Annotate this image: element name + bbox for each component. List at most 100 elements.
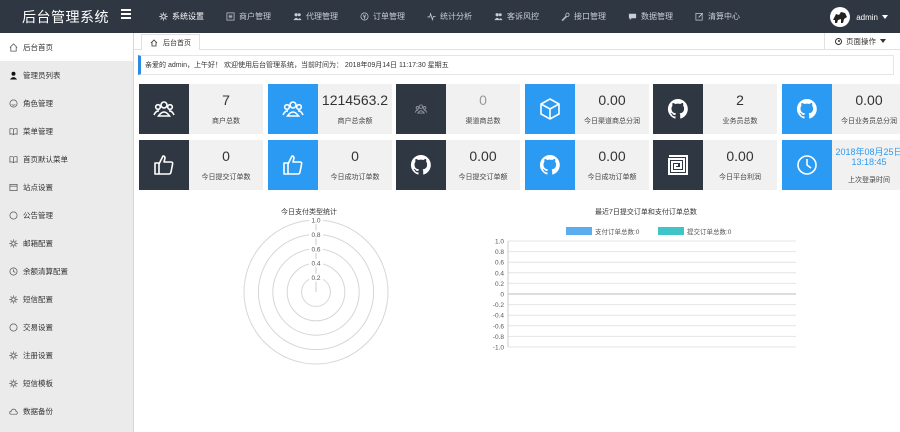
- nav-item[interactable]: 商户管理: [225, 0, 271, 33]
- app-title: 后台管理系统: [22, 9, 109, 25]
- stat-label: 商户总余额: [337, 118, 373, 125]
- sidebar-item[interactable]: 数据备份: [0, 397, 133, 425]
- radar-tick-label: 1.0: [311, 218, 320, 225]
- stat-value: 0: [351, 148, 359, 164]
- list-icon: [225, 12, 235, 22]
- sidebar-item[interactable]: 公告管理: [0, 201, 133, 229]
- y-tick-label: 0.4: [495, 270, 504, 277]
- edit-icon: [694, 12, 704, 22]
- book-icon: [8, 154, 18, 164]
- sidebar-item[interactable]: 站点设置: [0, 173, 133, 201]
- sidebar-item[interactable]: 管理员列表: [0, 61, 133, 89]
- y-tick-label: 1.0: [495, 239, 504, 246]
- sidebar-item[interactable]: 邮箱配置: [0, 229, 133, 257]
- tab-bar: 后台首页 页面操作: [134, 33, 900, 50]
- sidebar-item-label: 数据备份: [23, 406, 53, 416]
- legend-label: 提交订单总数:0: [687, 227, 732, 236]
- sidebar-item-label: 菜单管理: [23, 126, 53, 136]
- stat-value: 0.00: [598, 148, 626, 164]
- radar-tick-label: 0.2: [311, 275, 320, 282]
- team-icon: [268, 84, 318, 134]
- book-icon: [8, 126, 18, 136]
- stat-label: 商户总数: [212, 118, 240, 125]
- stat-value: 1214563.2: [321, 92, 389, 108]
- sidebar-item[interactable]: 短信配置: [0, 285, 133, 313]
- chevron-down-icon: [882, 15, 888, 19]
- stat-label: 今日平台利润: [719, 174, 761, 181]
- circle-icon: [8, 210, 18, 220]
- nav-item-label: 接口管理: [574, 12, 606, 21]
- y-tick-label: -0.6: [493, 323, 505, 330]
- nav-item[interactable]: 接口管理: [560, 0, 606, 33]
- thumbs-up-icon: [139, 140, 189, 190]
- tab-home[interactable]: 后台首页: [141, 34, 200, 50]
- pulse-icon: [426, 12, 436, 22]
- user-menu[interactable]: admin: [830, 7, 888, 27]
- nav-item[interactable]: 系统设置: [158, 0, 204, 33]
- nav-item[interactable]: 客诉风控: [493, 0, 539, 33]
- menu-toggle-icon[interactable]: [121, 9, 131, 19]
- nav-item-label: 客诉风控: [507, 12, 539, 21]
- nav-item-label: 订单管理: [373, 12, 405, 21]
- sidebar-item-label: 余额清算配置: [23, 266, 68, 276]
- cloud-icon: [8, 406, 18, 416]
- nav-item-label: 数据管理: [641, 12, 673, 21]
- stat-card: 7 商户总数: [139, 84, 263, 134]
- stat-value: 2: [736, 92, 744, 108]
- stat-card: 0.00 今日提交订单额: [396, 140, 520, 190]
- y-tick-label: 0.8: [495, 249, 504, 256]
- sidebar-item[interactable]: 注册设置: [0, 341, 133, 369]
- order-icon: [359, 12, 369, 22]
- stat-card: 1214563.2 商户总余额: [268, 84, 392, 134]
- sidebar-item-label: 邮箱配置: [23, 238, 53, 248]
- gear-icon: [8, 294, 18, 304]
- sidebar-item[interactable]: 角色管理: [0, 89, 133, 117]
- home-icon: [8, 42, 18, 52]
- nav-item[interactable]: 订单管理: [359, 0, 405, 33]
- sidebar-item-label: 角色管理: [23, 98, 53, 108]
- team-icon: [396, 84, 446, 134]
- clock-icon: [782, 140, 832, 190]
- github-icon: [782, 84, 832, 134]
- y-tick-label: 0.6: [495, 260, 504, 267]
- maze-icon: [653, 140, 703, 190]
- sidebar-item-label: 注册设置: [23, 350, 53, 360]
- y-tick-label: -0.2: [493, 302, 505, 309]
- legend-label: 支付订单总数:0: [595, 227, 640, 236]
- nav-item[interactable]: 代理管理: [292, 0, 338, 33]
- sidebar-item-label: 首页默认菜单: [23, 154, 68, 164]
- page-actions-button[interactable]: 页面操作: [824, 33, 896, 49]
- sidebar-item-label: 管理员列表: [23, 70, 61, 80]
- sidebar-item[interactable]: 短信模板: [0, 369, 133, 397]
- stat-label: 今日渠道商总分润: [584, 118, 640, 125]
- nav-item[interactable]: 统计分析: [426, 0, 472, 33]
- y-tick-label: -0.4: [493, 313, 505, 320]
- window-icon: [8, 182, 18, 192]
- sidebar: 后台首页管理员列表角色管理菜单管理首页默认菜单站点设置 公告管理邮箱配置余额清算配…: [0, 33, 134, 432]
- gear-icon: [8, 378, 18, 388]
- top-bar: 后台管理系统 系统设置 商户管理 代理管理 订单管理 统计分析 客诉风控 接口管理 数据管理 清…: [0, 0, 900, 33]
- legend-swatch: [658, 227, 684, 235]
- user-name: admin: [856, 12, 878, 22]
- home-icon: [150, 38, 158, 47]
- sidebar-item-label: 后台首页: [23, 42, 53, 52]
- stat-label: 业务员总数: [722, 118, 758, 125]
- nav-item[interactable]: 清算中心: [694, 0, 740, 33]
- sidebar-item[interactable]: 余额清算配置: [0, 257, 133, 285]
- sidebar-item[interactable]: 后台首页: [0, 33, 133, 61]
- stat-value: 0.00: [726, 148, 754, 164]
- chevron-down-icon: [880, 39, 886, 43]
- sidebar-item[interactable]: 菜单管理: [0, 117, 133, 145]
- stat-label: 上次登录时间: [848, 177, 890, 184]
- users-icon: [292, 12, 302, 22]
- sidebar-item[interactable]: 首页默认菜单: [0, 145, 133, 173]
- radar-tick-label: 0.8: [311, 232, 320, 239]
- radar-chart: 1.0 0.8 0.6 0.4 0.2: [243, 216, 389, 365]
- thumbs-up-icon: [268, 140, 318, 190]
- stat-value: 7: [222, 92, 230, 108]
- y-tick-label: 0.2: [495, 281, 504, 288]
- tab-home-label: 后台首页: [163, 39, 191, 47]
- sidebar-item[interactable]: 交易设置: [0, 313, 133, 341]
- nav-item[interactable]: 数据管理: [627, 0, 673, 33]
- stat-card: 0.00 今日成功订单额: [525, 140, 649, 190]
